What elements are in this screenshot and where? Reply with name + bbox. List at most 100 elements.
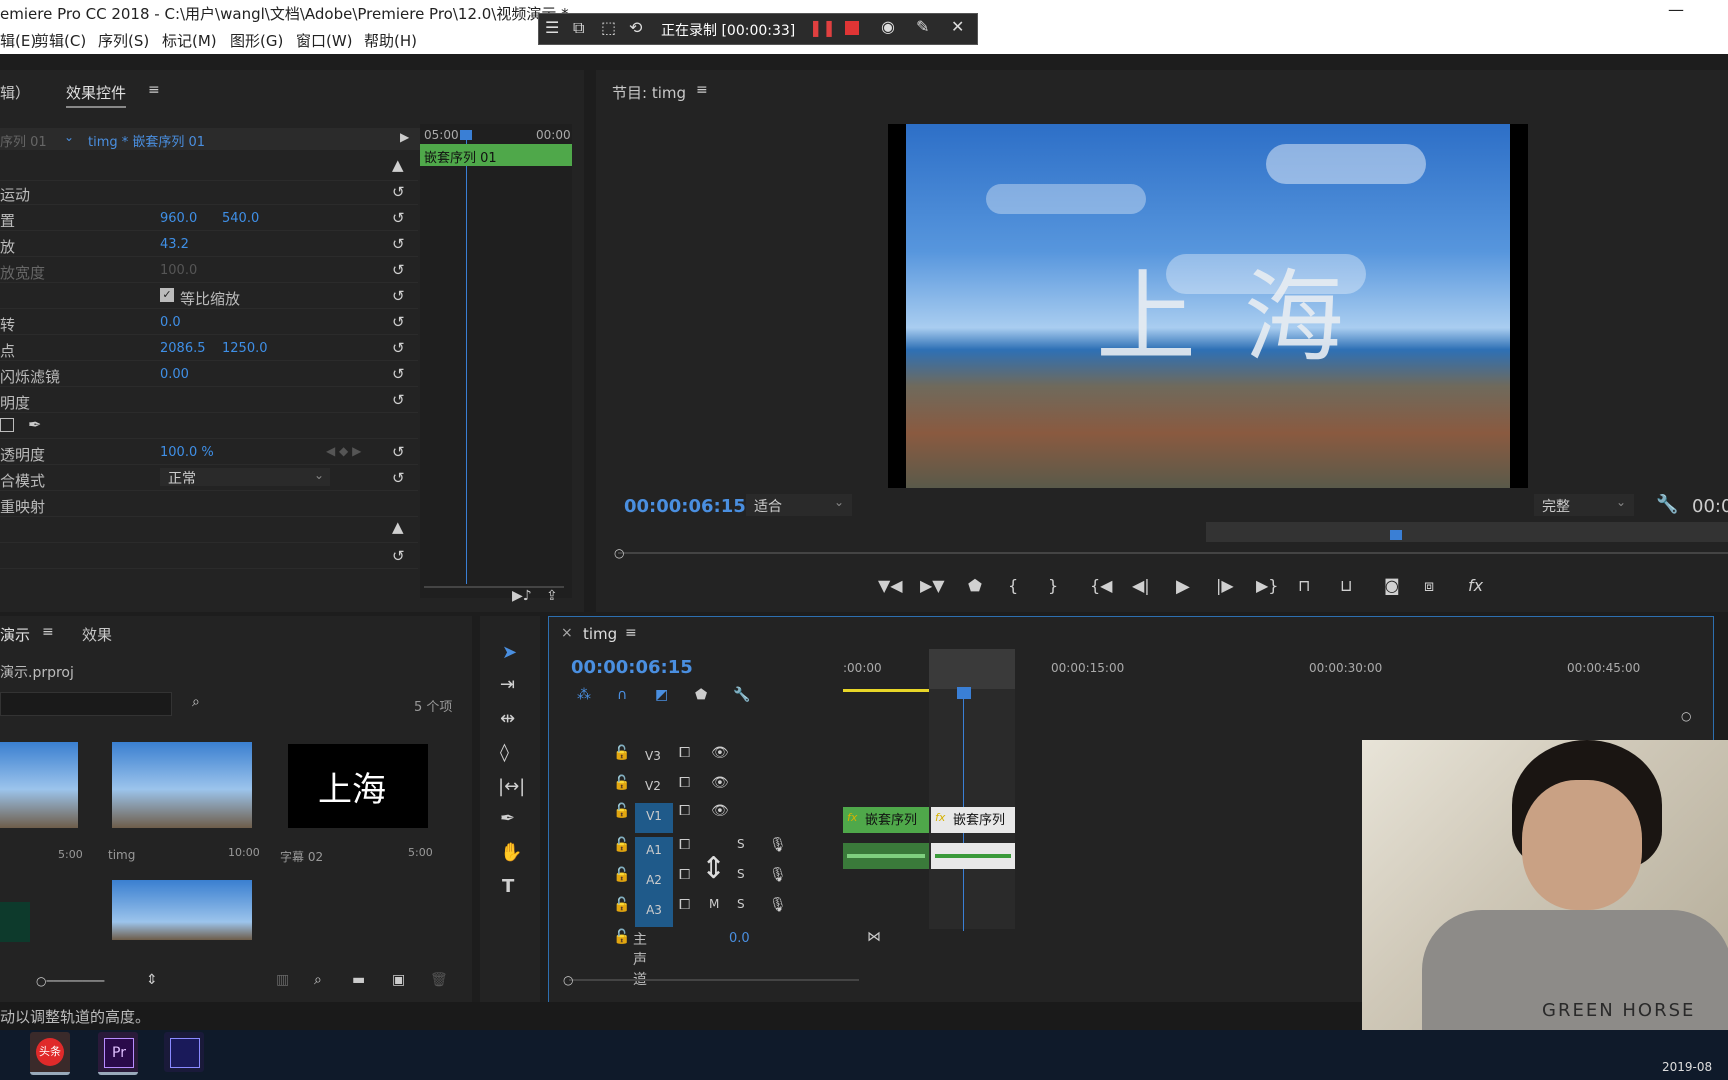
- tab-project[interactable]: 演示: [0, 624, 30, 645]
- go-to-in-icon[interactable]: {◀: [1090, 576, 1112, 595]
- mic-icon[interactable]: 🎙: [769, 837, 787, 853]
- video-clip[interactable]: fx 嵌套序列: [843, 807, 929, 833]
- video-clip-selected[interactable]: fx 嵌套序列: [931, 807, 1015, 833]
- camera-icon[interactable]: ◉: [881, 17, 895, 36]
- slip-icon[interactable]: |↔|: [498, 776, 525, 797]
- solo-icon[interactable]: S: [737, 837, 745, 851]
- reset-icon[interactable]: ↺: [392, 443, 405, 461]
- thumbnail-timg[interactable]: [112, 742, 252, 828]
- playhead[interactable]: [460, 130, 472, 140]
- window-icon[interactable]: ⧉: [573, 18, 584, 38]
- selection-tool-icon[interactable]: ➤: [502, 642, 517, 663]
- solo-icon[interactable]: S: [737, 897, 745, 911]
- menu-sequence[interactable]: 序列(S): [98, 30, 149, 51]
- tab-prev[interactable]: 辑）: [0, 82, 30, 103]
- mute-icon[interactable]: M: [709, 897, 719, 911]
- reset-icon[interactable]: ↺: [392, 547, 405, 565]
- mic-icon[interactable]: 🎙: [769, 867, 787, 883]
- pen-icon[interactable]: ✒: [28, 415, 41, 434]
- reset-icon[interactable]: ↺: [392, 365, 405, 383]
- step-back-icon[interactable]: ◀|: [1132, 576, 1150, 595]
- reset-icon[interactable]: ↺: [392, 469, 405, 487]
- blend-mode-select[interactable]: 正常 ⌄: [160, 468, 330, 487]
- program-title[interactable]: 节目: timg: [612, 82, 686, 103]
- nest-icon[interactable]: ⁂: [577, 687, 591, 703]
- automate-icon[interactable]: ▥: [276, 972, 289, 988]
- keyframe-icon[interactable]: ◀ ◆ ▶: [326, 444, 361, 458]
- extract-icon[interactable]: ⊔: [1340, 576, 1352, 595]
- menu-marker[interactable]: 标记(M): [162, 30, 217, 51]
- type-tool-icon[interactable]: T: [502, 876, 514, 897]
- audio-clip-selected[interactable]: [931, 843, 1015, 869]
- comparison-icon[interactable]: ⧈: [1424, 576, 1434, 596]
- hand-icon[interactable]: ✋: [500, 842, 522, 863]
- menu-help[interactable]: 帮助(H): [364, 30, 417, 51]
- eye-icon[interactable]: 👁: [711, 775, 729, 791]
- menu-icon[interactable]: ☰: [545, 18, 559, 37]
- reset-icon[interactable]: ↺: [392, 339, 405, 357]
- zoom-bar[interactable]: [1206, 522, 1728, 542]
- menu-clip[interactable]: 剪辑(C): [34, 30, 86, 51]
- lock-icon[interactable]: 🔓: [613, 867, 630, 883]
- close-icon[interactable]: ✕: [951, 17, 964, 36]
- bin-search-icon[interactable]: ⌕: [192, 694, 200, 710]
- crop-icon[interactable]: ⟲: [629, 18, 642, 37]
- track-select-icon[interactable]: ⇥: [500, 674, 515, 695]
- bowtie-icon[interactable]: ⋈: [867, 929, 881, 945]
- stop-icon[interactable]: [845, 21, 859, 35]
- lock-icon[interactable]: 🔓: [613, 745, 630, 761]
- reset-icon[interactable]: ↺: [392, 209, 405, 227]
- program-timecode[interactable]: 00:00:06:15: [624, 496, 746, 517]
- snap-icon[interactable]: ∩: [617, 687, 627, 703]
- program-scrollbar[interactable]: [618, 552, 1728, 554]
- panel-menu-icon[interactable]: ≡: [696, 82, 708, 98]
- settings-icon[interactable]: 🔧: [733, 687, 750, 703]
- mic-icon[interactable]: 🎙: [769, 897, 787, 913]
- pen-tool-icon[interactable]: ✒: [500, 808, 515, 829]
- tab-effects[interactable]: 效果: [82, 624, 112, 645]
- wrench-icon[interactable]: 🔧: [1656, 494, 1678, 515]
- add-marker-icon[interactable]: ⬟: [968, 576, 982, 595]
- pause-icon[interactable]: ❚❚: [809, 18, 836, 37]
- audio-thumbnail[interactable]: [0, 902, 30, 942]
- mark-in-brace-icon[interactable]: {: [1008, 576, 1018, 595]
- timeline-scrollbar[interactable]: [569, 979, 859, 981]
- zoom-slider[interactable]: ○────────: [36, 974, 104, 988]
- toggle-sync-icon[interactable]: ⧠: [679, 803, 690, 819]
- razor-icon[interactable]: ◊: [500, 742, 509, 763]
- toggle-sync-icon[interactable]: ⧠: [679, 745, 690, 761]
- timeline-timecode[interactable]: 00:00:06:15: [571, 657, 693, 678]
- ripple-edit-icon[interactable]: ⇹: [500, 708, 515, 729]
- chevron-down-icon[interactable]: ⌄: [64, 130, 74, 144]
- add-marker-icon[interactable]: ⬟: [695, 687, 707, 703]
- lock-icon[interactable]: 🔓: [613, 837, 630, 853]
- taskbar-app-toutiao[interactable]: 头条: [30, 1032, 70, 1075]
- timeline-playhead[interactable]: [957, 687, 971, 699]
- toggle-sync-icon[interactable]: ⧠: [679, 897, 690, 913]
- checkbox[interactable]: ✓: [160, 288, 174, 302]
- fit-select[interactable]: 适合 ⌄: [746, 494, 852, 516]
- eye-icon[interactable]: 👁: [711, 803, 729, 819]
- lock-icon[interactable]: 🔓: [613, 775, 630, 791]
- mask-rect-icon[interactable]: [0, 418, 14, 432]
- lock-icon[interactable]: 🔓: [613, 929, 630, 945]
- pen-icon[interactable]: ✎: [916, 17, 929, 36]
- fx-icon[interactable]: fx: [1468, 576, 1483, 595]
- play-icon[interactable]: ▶: [1176, 576, 1190, 597]
- mark-in-icon[interactable]: ▼◀: [878, 576, 903, 595]
- tab-timeline[interactable]: timg: [583, 625, 617, 643]
- reset-icon[interactable]: ↺: [392, 391, 405, 409]
- step-forward-icon[interactable]: |▶: [1216, 576, 1234, 595]
- quality-select[interactable]: 完整 ⌄: [1534, 494, 1634, 516]
- thumbnail[interactable]: [0, 742, 78, 828]
- taskbar-app-premiere[interactable]: Pr: [98, 1032, 138, 1075]
- mark-out-brace-icon[interactable]: }: [1048, 576, 1058, 595]
- lock-icon[interactable]: 🔓: [613, 897, 630, 913]
- folder-icon[interactable]: ▬: [352, 972, 365, 988]
- mark-out-icon[interactable]: ▶▼: [920, 576, 945, 595]
- tab-effect-controls[interactable]: 效果控件: [66, 82, 127, 108]
- collapse-icon[interactable]: ▲: [392, 518, 404, 536]
- mini-scrollbar[interactable]: [424, 586, 564, 588]
- toggle-sync-icon[interactable]: ⧠: [679, 867, 690, 883]
- export-icon[interactable]: ⇪: [546, 588, 558, 604]
